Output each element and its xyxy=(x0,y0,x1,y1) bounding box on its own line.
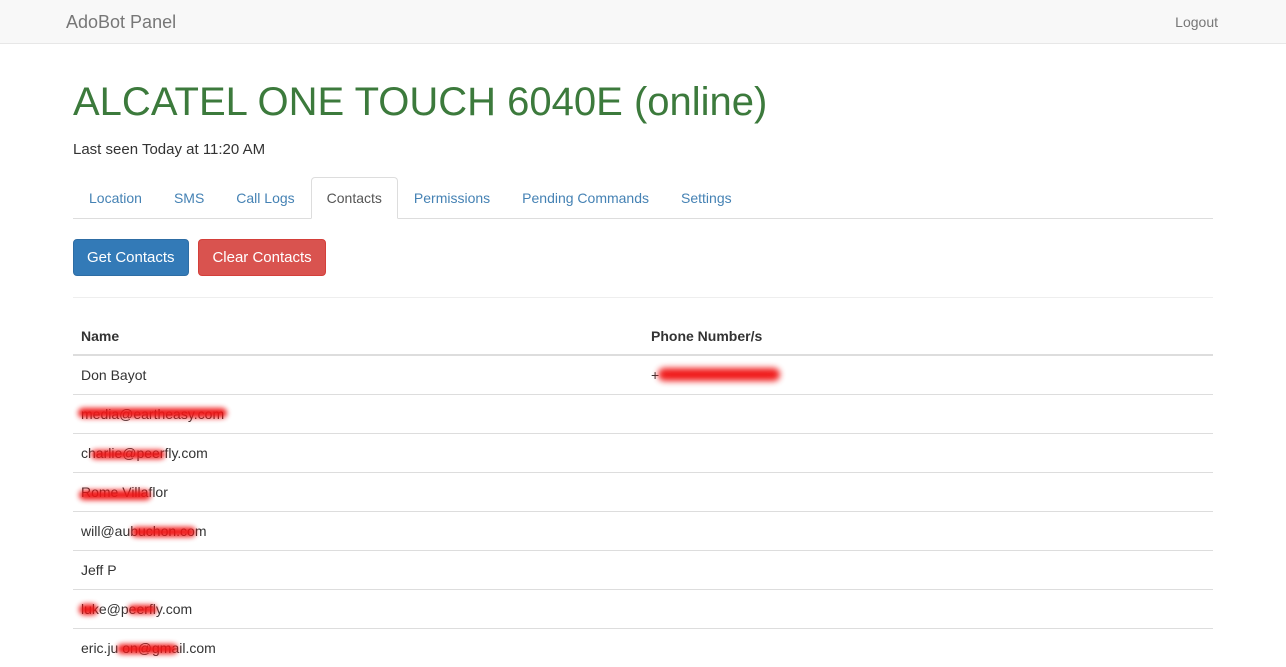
toolbar-divider xyxy=(73,297,1213,299)
table-row: eric.ju on@gmail.com xyxy=(73,628,1213,667)
contact-name-cell: media@eartheasy.com xyxy=(73,394,643,434)
contact-name-cell: luke@peerfly.com xyxy=(73,589,643,629)
contact-name-cell: eric.ju on@gmail.com xyxy=(73,628,643,667)
redaction-mark xyxy=(78,604,98,616)
tab-pending-commands[interactable]: Pending Commands xyxy=(506,177,665,219)
contact-phone-cell xyxy=(643,394,1213,434)
column-header-name: Name xyxy=(73,318,643,357)
contact-phone-text: + xyxy=(651,365,780,385)
contact-name-text: Jeff P xyxy=(81,562,117,579)
redaction-mark xyxy=(117,644,179,655)
contact-name-cell: charlie@peerfly.com xyxy=(73,433,643,473)
contact-phone-cell xyxy=(643,433,1213,473)
contacts-table: Name Phone Number/s Don Bayot + media@eart… xyxy=(73,318,1213,667)
contact-name-text: luke@peerfly.com xyxy=(78,599,192,619)
table-row: Jeff P xyxy=(73,550,1213,590)
table-row: will@aubuchon.com xyxy=(73,511,1213,551)
tab-permissions[interactable]: Permissions xyxy=(398,177,506,219)
redaction-mark xyxy=(78,408,227,419)
column-header-phone: Phone Number/s xyxy=(643,318,1213,357)
contact-name-text: eric.ju on@gmail.com xyxy=(81,640,216,657)
contact-phone-cell xyxy=(643,511,1213,551)
tab-label[interactable]: SMS xyxy=(158,177,220,219)
contact-phone-cell xyxy=(643,472,1213,512)
table-header-row: Name Phone Number/s xyxy=(73,318,1213,357)
tab-label[interactable]: Settings xyxy=(665,177,748,219)
device-tabs: Location SMS Call Logs Contacts Permissions P… xyxy=(73,177,1213,219)
contacts-toolbar: Get Contacts Clear Contacts xyxy=(73,219,1213,277)
tab-call-logs[interactable]: Call Logs xyxy=(220,177,310,219)
contact-name-cell: will@aubuchon.com xyxy=(73,511,643,551)
redaction-mark xyxy=(79,490,151,501)
top-navbar: AdoBot Panel Logout xyxy=(0,0,1286,44)
table-row: Rome Villaflor xyxy=(73,472,1213,512)
last-seen-text: Last seen Today at 11:20 AM xyxy=(73,141,266,158)
contact-phone-cell: + xyxy=(643,354,1213,395)
table-row: luke@peerfly.com xyxy=(73,589,1213,629)
contacts-table-head: Name Phone Number/s xyxy=(73,318,1213,357)
contact-name-text: will@aubuchon.com xyxy=(81,523,207,540)
contact-name-cell: Rome Villaflor xyxy=(73,472,643,512)
logout-link[interactable]: Logout xyxy=(1175,12,1218,32)
tab-contacts[interactable]: Contacts xyxy=(310,177,398,219)
redaction-mark xyxy=(127,605,157,615)
contact-name-text: Don Bayot xyxy=(81,367,147,384)
tab-label[interactable]: Pending Commands xyxy=(506,177,665,219)
tab-label[interactable]: Call Logs xyxy=(220,177,310,219)
page-title: ALCATEL ONE TOUCH 6040E (online) xyxy=(73,80,768,124)
get-contacts-button[interactable]: Get Contacts xyxy=(73,239,189,277)
table-row: media@eartheasy.com xyxy=(73,394,1213,434)
contact-name-cell: Jeff P xyxy=(73,550,643,590)
contact-name-text: media@eartheasy.com xyxy=(78,404,227,424)
contacts-table-body: Don Bayot + media@eartheasy.com charlie@pee… xyxy=(73,354,1213,667)
tab-label[interactable]: Permissions xyxy=(398,177,506,219)
contact-phone-cell xyxy=(643,589,1213,629)
contact-name-text: charlie@peerfly.com xyxy=(81,445,208,462)
tab-label[interactable]: Location xyxy=(73,177,158,219)
contact-name-text: Rome Villaflor xyxy=(79,484,168,501)
tab-label[interactable]: Contacts xyxy=(310,177,398,219)
contact-phone-cell xyxy=(643,550,1213,590)
table-row: Don Bayot + xyxy=(73,354,1213,395)
contact-name-cell: Don Bayot xyxy=(73,354,643,395)
clear-contacts-button[interactable]: Clear Contacts xyxy=(198,239,326,277)
redaction-mark xyxy=(91,450,165,460)
redaction-mark xyxy=(131,527,197,538)
navbar-brand[interactable]: AdoBot Panel xyxy=(66,12,176,32)
redaction-mark xyxy=(658,368,780,382)
contact-phone-cell xyxy=(643,628,1213,667)
tab-settings[interactable]: Settings xyxy=(665,177,748,219)
table-row: charlie@peerfly.com xyxy=(73,433,1213,473)
main-container: ALCATEL ONE TOUCH 6040E (online) Last se… xyxy=(73,44,1213,667)
tab-location[interactable]: Location xyxy=(73,177,158,219)
tab-sms[interactable]: SMS xyxy=(158,177,220,219)
